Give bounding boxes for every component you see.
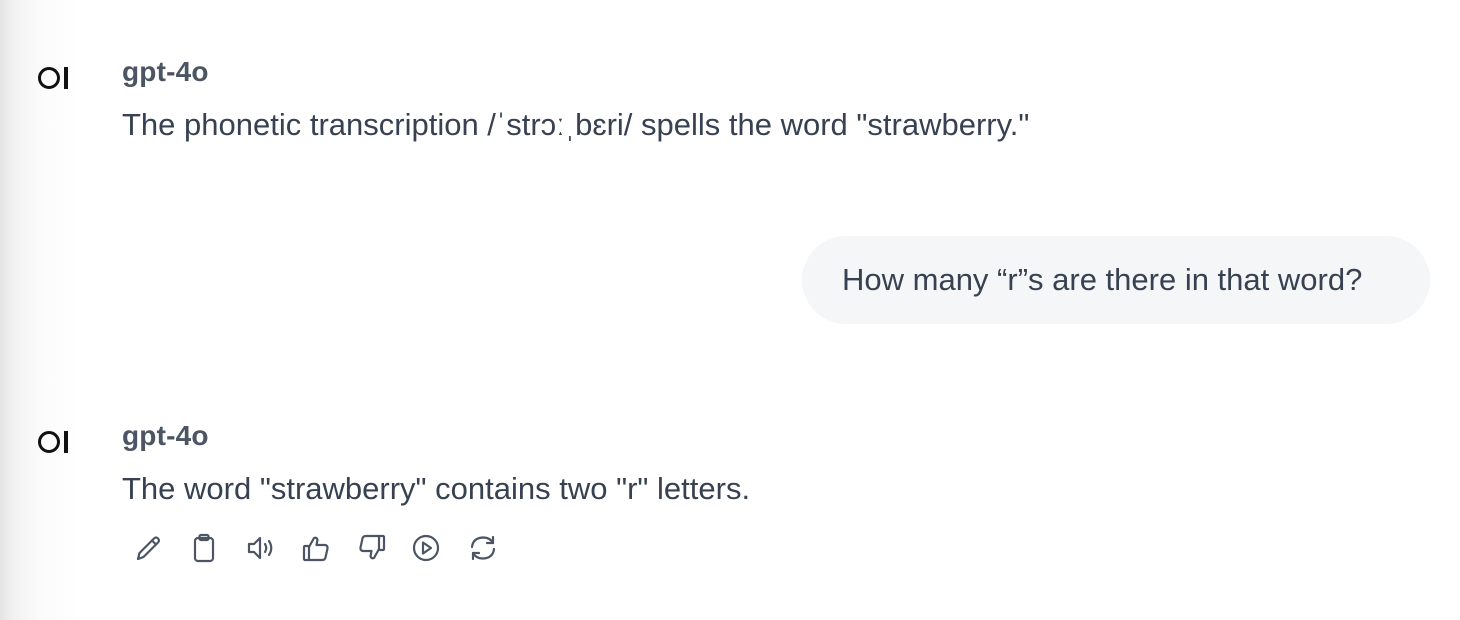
- model-name: gpt-4o: [122, 420, 209, 451]
- copy-button[interactable]: [186, 530, 242, 566]
- user-message-text: How many “r”s are there in that word?: [842, 262, 1363, 297]
- read-aloud-button[interactable]: [242, 530, 298, 566]
- message-actions-toolbar: [130, 530, 522, 566]
- user-message-bubble: How many “r”s are there in that word?: [802, 236, 1430, 324]
- good-response-button[interactable]: [298, 530, 354, 566]
- edit-button[interactable]: [130, 530, 186, 566]
- play-circle-icon: [412, 534, 440, 562]
- speaker-icon: [247, 536, 273, 560]
- continue-button[interactable]: [410, 530, 466, 566]
- sidebar-edge-shadow: [0, 0, 80, 620]
- model-avatar-icon: [38, 66, 76, 90]
- message-text: The word "strawberry" contains two "r" l…: [122, 471, 751, 506]
- bad-response-button[interactable]: [354, 530, 410, 566]
- refresh-icon: [470, 535, 496, 561]
- model-avatar-icon: [38, 430, 76, 454]
- message-text: The phonetic transcription /ˈstrɔːˌbɛri/…: [122, 107, 1030, 142]
- model-name: gpt-4o: [122, 56, 209, 87]
- pencil-icon: [136, 536, 161, 561]
- thumbs-down-icon: [359, 534, 386, 560]
- regenerate-button[interactable]: [466, 530, 522, 566]
- thumbs-up-icon: [302, 536, 329, 562]
- clipboard-icon: [193, 533, 215, 563]
